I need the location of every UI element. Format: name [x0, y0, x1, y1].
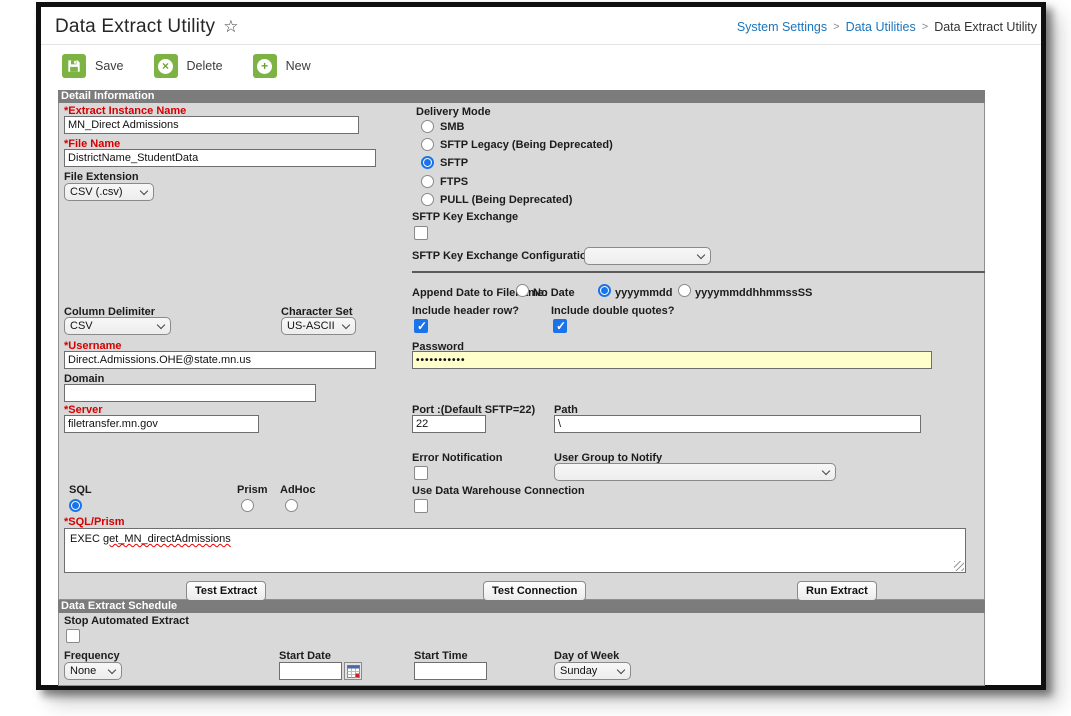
- chevron-down-icon: [139, 186, 149, 195]
- start-date-input[interactable]: [279, 662, 342, 680]
- delivery-pull-radio[interactable]: [421, 193, 434, 206]
- port-input[interactable]: [412, 415, 486, 433]
- append-yyyymmddhhmmssss-radio[interactable]: [678, 284, 691, 297]
- use-data-warehouse-label: Use Data Warehouse Connection: [412, 485, 585, 497]
- delivery-smb-label: SMB: [440, 121, 465, 133]
- append-no-date-radio[interactable]: [516, 284, 529, 297]
- adhoc-radio[interactable]: [285, 499, 298, 512]
- detail-information-header: Detail Information: [58, 90, 985, 103]
- include-double-quotes-label: Include double quotes?: [551, 305, 675, 317]
- page-header: Data Extract Utility ☆ System Settings >…: [41, 7, 1041, 45]
- delete-button[interactable]: × Delete: [153, 54, 223, 78]
- sftp-key-exchange-configuration-label: SFTP Key Exchange Configuration: [412, 250, 594, 262]
- stop-automated-extract-label: Stop Automated Extract: [64, 615, 189, 627]
- delete-button-label: Delete: [186, 59, 223, 73]
- detail-information-body: *Extract Instance Name *File Name File E…: [58, 103, 985, 601]
- delete-circle-x-icon: ×: [153, 54, 178, 78]
- prism-radio[interactable]: [241, 499, 254, 512]
- chevron-down-icon: [341, 320, 351, 329]
- sql-radio-label: SQL: [69, 484, 92, 496]
- sftp-key-exchange-checkbox[interactable]: [414, 226, 428, 240]
- sftp-key-exchange-configuration-select[interactable]: [584, 247, 711, 265]
- save-button-label: Save: [95, 59, 124, 73]
- append-yyyymmddhhmmssss-label: yyyymmddhhmmssSS: [695, 287, 813, 299]
- user-group-to-notify-select[interactable]: [554, 463, 836, 481]
- adhoc-radio-label: AdHoc: [280, 484, 316, 496]
- sql-prism-textarea[interactable]: EXEC get_MN_directAdmissions: [64, 528, 966, 573]
- frequency-select[interactable]: None: [64, 662, 122, 680]
- breadcrumb-current: Data Extract Utility: [934, 19, 1037, 34]
- test-extract-button[interactable]: Test Extract: [186, 581, 267, 601]
- breadcrumb-data-utilities[interactable]: Data Utilities: [846, 20, 916, 34]
- test-connection-button[interactable]: Test Connection: [483, 581, 587, 601]
- new-circle-plus-icon: +: [252, 54, 277, 78]
- delivery-sftp-legacy-radio[interactable]: [421, 138, 434, 151]
- stop-automated-extract-checkbox[interactable]: [66, 629, 80, 643]
- delivery-smb-radio[interactable]: [421, 120, 434, 133]
- delivery-sftp-radio[interactable]: [421, 156, 434, 169]
- sql-radio[interactable]: [69, 499, 82, 512]
- delivery-mode-label: Delivery Mode: [416, 106, 491, 118]
- save-button[interactable]: Save: [62, 54, 124, 78]
- delivery-ftps-label: FTPS: [440, 176, 469, 188]
- breadcrumb-separator-icon: >: [833, 20, 840, 33]
- delivery-sftp-legacy-label: SFTP Legacy (Being Deprecated): [440, 139, 613, 151]
- include-double-quotes-checkbox[interactable]: [553, 319, 567, 333]
- run-extract-button[interactable]: Run Extract: [797, 581, 877, 601]
- delivery-pull-label: PULL (Being Deprecated): [440, 194, 573, 206]
- use-data-warehouse-checkbox[interactable]: [414, 499, 428, 513]
- start-time-input[interactable]: [414, 662, 487, 680]
- spellcheck-flagged-text: get_MN_directAdmissions: [103, 533, 231, 545]
- data-extract-schedule-section: Data Extract Schedule Stop Automated Ext…: [58, 600, 985, 686]
- file-extension-select[interactable]: CSV (.csv): [64, 183, 154, 201]
- password-input[interactable]: [412, 351, 932, 369]
- column-delimiter-select[interactable]: CSV: [64, 317, 171, 335]
- breadcrumb: System Settings > Data Utilities > Data …: [737, 20, 1037, 34]
- chevron-down-icon: [696, 250, 706, 259]
- error-notification-label: Error Notification: [412, 452, 503, 464]
- data-extract-schedule-body: Stop Automated Extract Frequency None St…: [58, 613, 985, 686]
- server-input[interactable]: [64, 415, 259, 433]
- extract-instance-name-input[interactable]: [64, 116, 359, 134]
- append-yyyymmdd-radio[interactable]: [598, 284, 611, 297]
- include-header-row-checkbox[interactable]: [414, 319, 428, 333]
- chevron-down-icon: [616, 665, 626, 674]
- calendar-icon[interactable]: [344, 662, 362, 680]
- sftp-key-exchange-label: SFTP Key Exchange: [412, 211, 519, 223]
- chevron-down-icon: [107, 665, 117, 674]
- append-yyyymmdd-label: yyyymmdd: [615, 287, 673, 299]
- chevron-down-icon: [821, 466, 831, 475]
- character-set-select[interactable]: US-ASCII: [281, 317, 356, 335]
- chevron-down-icon: [156, 320, 166, 329]
- file-name-input[interactable]: [64, 149, 376, 167]
- section-divider: [412, 271, 985, 273]
- new-button[interactable]: + New: [252, 54, 311, 78]
- delivery-ftps-radio[interactable]: [421, 175, 434, 188]
- breadcrumb-separator-icon: >: [921, 20, 929, 33]
- day-of-week-select[interactable]: Sunday: [554, 662, 631, 680]
- breadcrumb-system-settings[interactable]: System Settings: [737, 20, 827, 34]
- save-disk-icon: [62, 54, 86, 78]
- domain-input[interactable]: [64, 384, 316, 402]
- prism-radio-label: Prism: [237, 484, 268, 496]
- include-header-row-label: Include header row?: [412, 305, 519, 317]
- action-toolbar: Save × Delete + New: [41, 45, 1041, 87]
- append-no-date-label: No Date: [533, 287, 575, 299]
- favorite-star-icon[interactable]: ☆: [223, 17, 238, 37]
- error-notification-checkbox[interactable]: [414, 466, 428, 480]
- page-title-text: Data Extract Utility: [55, 15, 216, 37]
- data-extract-utility-window: Data Extract Utility ☆ System Settings >…: [36, 2, 1046, 690]
- new-button-label: New: [285, 59, 311, 73]
- username-input[interactable]: [64, 351, 376, 369]
- data-extract-schedule-header: Data Extract Schedule: [58, 600, 985, 613]
- detail-information-section: Detail Information *Extract Instance Nam…: [58, 90, 985, 601]
- delivery-sftp-label: SFTP: [440, 157, 469, 169]
- page-title: Data Extract Utility ☆: [55, 16, 239, 38]
- path-input[interactable]: [554, 415, 921, 433]
